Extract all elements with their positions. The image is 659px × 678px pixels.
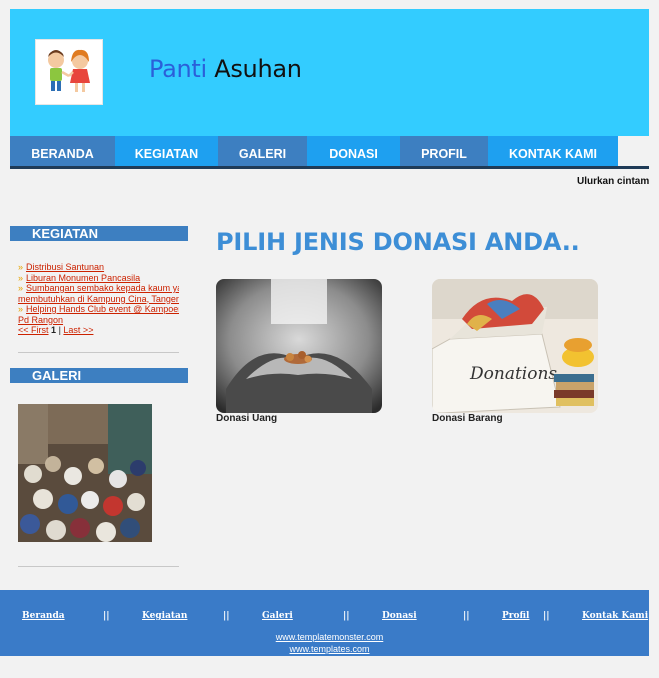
arrow-icon: » [18,262,24,272]
money-hands-icon [216,279,382,413]
sidebar-divider [18,566,179,567]
footer-separator: || [463,611,470,621]
list-item: » Sumbangan sembako kepada kaum yang [18,283,179,294]
footer-link-beranda[interactable]: Beranda [22,611,65,621]
scrolling-message: Ulurkan cintamu [577,176,649,187]
box-text: Donations [469,364,557,384]
arrow-icon: » [18,283,24,293]
pager-separator: | [58,325,61,335]
sidebar-divider [18,352,179,353]
footer-link-kegiatan[interactable]: Kegiatan [142,611,187,621]
site-logo[interactable] [35,39,103,105]
donation-box-icon: Donations [432,279,598,413]
page-title: PILIH JENIS DONASI ANDA.. [216,228,580,256]
nav-beranda[interactable]: BERANDA [10,136,115,166]
kids-logo-icon [48,49,90,92]
list-item: » Helping Hands Club event @ Kampoeng [18,304,179,315]
list-item: » Distribusi Santunan [18,262,179,273]
site-title-part1: Panti [149,55,207,83]
kegiatan-link[interactable]: Sumbangan sembako kepada kaum yang [26,283,179,293]
nav-kegiatan[interactable]: KEGIATAN [115,136,218,166]
arrow-icon: » [18,272,24,283]
sidebar-kegiatan-heading: KEGIATAN [10,226,188,241]
crowd-photo-icon [18,404,152,542]
list-item-continued: Pd Rangon [18,315,179,326]
donasi-barang-label[interactable]: Donasi Barang [432,413,503,424]
donasi-barang-image[interactable]: Donations [432,279,598,413]
footer-url-templatemonster[interactable]: www.templatemonster.com [0,632,659,642]
nav-kontak-kami[interactable]: KONTAK KAMI [488,136,618,166]
donasi-uang-label[interactable]: Donasi Uang [216,413,277,424]
nav-divider [10,166,649,169]
gallery-photo[interactable] [18,404,152,542]
donasi-uang-image[interactable] [216,279,382,413]
nav-galeri[interactable]: GALERI [218,136,307,166]
list-item: » Liburan Monumen Pancasila [18,273,179,284]
main-nav: BERANDA KEGIATAN GALERI DONASI PROFIL KO… [10,136,649,169]
pager-current-page: 1 [51,325,57,335]
kegiatan-link[interactable]: Helping Hands Club event @ Kampoeng [26,304,179,314]
kegiatan-link[interactable]: Liburan Monumen Pancasila [26,273,140,283]
kegiatan-link[interactable]: Pd Rangon [18,315,63,325]
footer-separator: || [223,611,230,621]
site-footer: Beranda || Kegiatan || Galeri || Donasi … [0,590,649,656]
nav-donasi[interactable]: DONASI [307,136,400,166]
sidebar-galeri-heading: GALERI [10,368,188,383]
footer-link-profil[interactable]: Profil [502,611,529,621]
site-title: Panti Asuhan [149,55,302,83]
footer-link-kontak-kami[interactable]: Kontak Kami [582,611,648,621]
footer-link-galeri[interactable]: Galeri [262,611,293,621]
kegiatan-link[interactable]: membutuhkan di Kampung Cina, Tangerang [18,294,179,304]
arrow-icon: » [18,304,24,314]
site-title-part2: Asuhan [206,55,302,83]
footer-separator: || [103,611,110,621]
list-item-continued: membutuhkan di Kampung Cina, Tangerang [18,294,179,305]
footer-url-templates[interactable]: www.templates.com [0,644,659,654]
nav-profil[interactable]: PROFIL [400,136,488,166]
footer-separator: || [543,611,550,621]
kegiatan-list: » Distribusi Santunan » Liburan Monumen Pa… [18,262,179,336]
pager-last-link[interactable]: Last >> [63,325,93,335]
footer-link-donasi[interactable]: Donasi [382,611,417,621]
pagination: << First 1 | Last >> [18,325,179,336]
site-header: Panti Asuhan [10,9,649,136]
pager-first-link[interactable]: << First [18,325,49,335]
kegiatan-link[interactable]: Distribusi Santunan [26,262,104,272]
footer-separator: || [343,611,350,621]
